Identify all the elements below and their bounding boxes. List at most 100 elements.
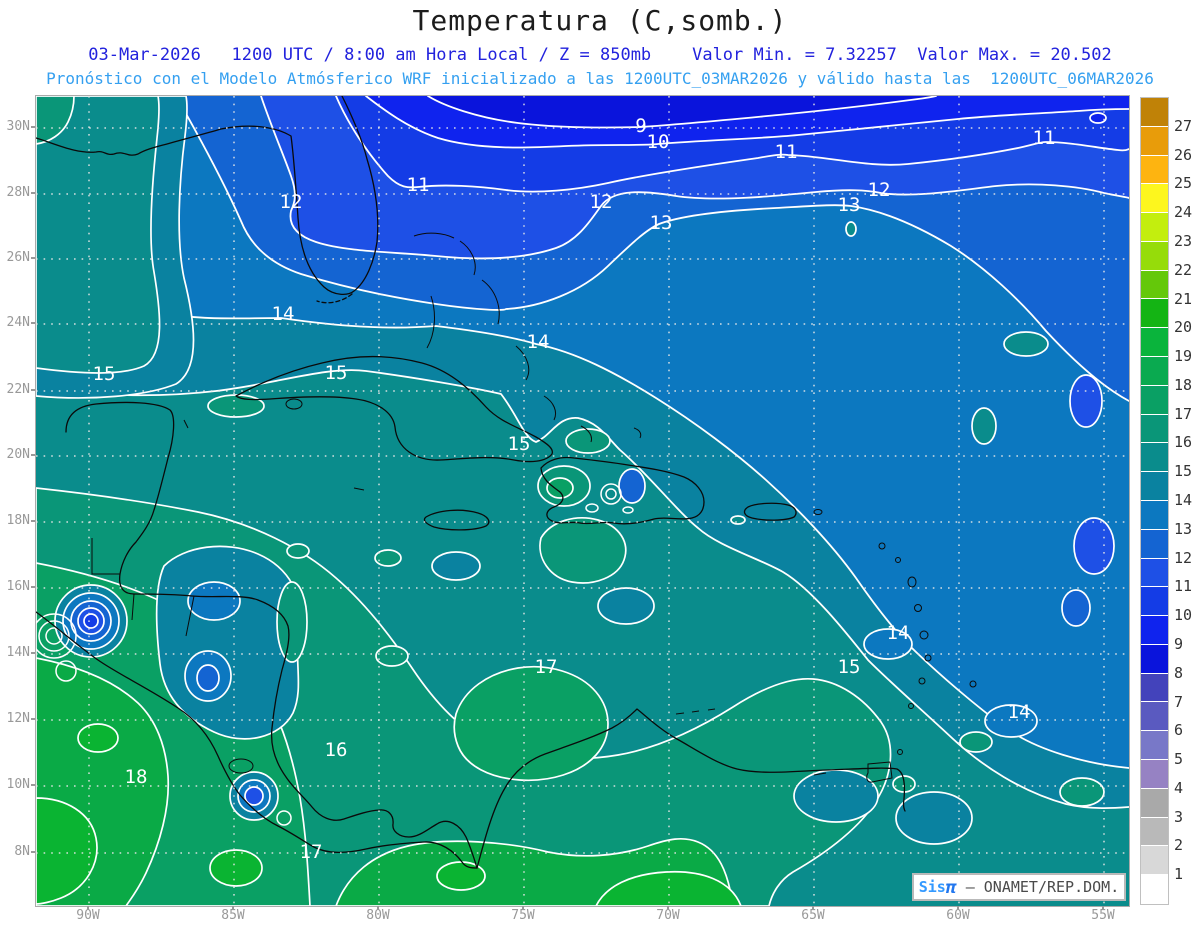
colorbar-cell [1141,328,1168,358]
contour-label-13: 13 [838,194,861,216]
contour-label-9: 9 [635,115,646,137]
colorbar-cell [1141,702,1168,732]
lat-tick [31,652,35,654]
contour-label-15: 15 [93,363,116,385]
colorbar-cell [1141,414,1168,444]
colorbar-cell [1141,759,1168,789]
lat-tick [31,126,35,128]
lon-tick-label-85W: 85W [221,908,245,923]
lon-tick-label-55W: 55W [1091,908,1115,923]
lon-tick-label-60W: 60W [946,908,970,923]
contour-map: 9 10 11 11 11 12 12 12 13 13 14 14 14 14 15 15 15 15 16 17 1… [35,95,1130,907]
lat-tick-label-14N: 14N [6,645,30,660]
colorbar-cell [1141,616,1168,645]
contour-label-10: 10 [647,131,670,153]
colorbar-cell [1141,644,1168,674]
contour-label-14: 14 [887,622,910,644]
contour-label-17: 17 [300,841,323,863]
contour-label-17: 17 [535,656,558,678]
colorbar-cell [1141,184,1168,214]
contour-label-11: 11 [407,174,430,196]
lat-tick [31,520,35,522]
colorbar-label-6: 6 [1174,721,1184,740]
colorbar-label-17: 17 [1174,404,1193,423]
colorbar-label-14: 14 [1174,491,1193,509]
colorbar-cell [1141,788,1168,818]
colorbar-cell [1141,241,1168,271]
lat-tick-label-8N: 8N [14,844,30,859]
lat-tick-label-16N: 16N [6,579,30,594]
colorbar-cell [1141,587,1168,617]
colorbar-cell [1141,126,1168,156]
colorbar-label-23: 23 [1174,231,1193,250]
colorbar-cell [1141,817,1168,847]
colorbar-label-1: 1 [1174,865,1184,884]
watermark-source: – ONAMET/REP.DOM. [956,878,1120,896]
colorbar-label-22: 22 [1174,260,1193,279]
contour-label-12: 12 [280,191,303,213]
lat-tick [31,389,35,391]
lat-tick-label-10N: 10N [6,777,30,792]
colorbar-cell [1141,500,1168,530]
colorbar-label-21: 21 [1174,289,1193,308]
lat-tick [31,718,35,720]
colorbar-cell [1141,673,1168,703]
colorbar-label-4: 4 [1174,778,1184,797]
lat-tick [31,586,35,588]
lon-tick [377,906,379,910]
lat-tick-label-12N: 12N [6,711,30,726]
lon-tick [1102,906,1104,910]
colorbar-label-16: 16 [1174,433,1193,452]
lon-tick [232,906,234,910]
lat-tick [31,851,35,853]
lon-tick [87,906,89,910]
colorbar-label-25: 25 [1174,174,1193,193]
contour-label-15: 15 [508,433,531,455]
gulf-coast-warm-corner [36,96,195,399]
lat-tick-label-28N: 28N [6,185,30,200]
contour-label-14: 14 [527,331,550,353]
forecast-datetime-line: 03-Mar-2026 1200 UTC / 8:00 am Hora Loca… [88,45,1112,65]
contour-label-14: 14 [1008,701,1031,723]
lon-tick-label-80W: 80W [366,908,390,923]
lat-tick-label-18N: 18N [6,513,30,528]
watermark-sis: Sis [918,878,946,896]
colorbar-cell [1141,846,1168,876]
lon-tick [667,906,669,910]
contour-label-13: 13 [650,212,673,234]
lon-tick [957,906,959,910]
lat-tick [31,192,35,194]
colorbar-cell [1141,98,1168,127]
lat-tick [31,784,35,786]
lat-tick-label-24N: 24N [6,315,30,330]
colorbar-cell [1141,299,1168,329]
contour-label-11: 11 [1033,127,1056,149]
lon-tick-label-90W: 90W [76,908,100,923]
contour-label-18: 18 [125,766,148,788]
colorbar-cell [1141,875,1168,904]
contour-label-15: 15 [838,656,861,678]
lat-tick-label-22N: 22N [6,382,30,397]
contour-label-11: 11 [775,141,798,163]
watermark-pi-icon: π [945,876,957,898]
colorbar-label-15: 15 [1174,462,1193,481]
colorbar-label-7: 7 [1174,692,1184,711]
colorbar-cell [1141,357,1168,386]
watermark-badge: Sis π – ONAMET/REP.DOM. [912,873,1126,901]
colorbar-label-26: 26 [1174,145,1193,164]
lon-tick [812,906,814,910]
contour-label-12: 12 [590,191,613,213]
lat-tick [31,257,35,259]
colorbar-label-10: 10 [1174,606,1193,625]
colorbar-label-27: 27 [1174,116,1193,135]
colorbar-cell [1141,443,1168,473]
colorbar-label-24: 24 [1174,203,1193,222]
colorbar-cell [1141,270,1168,300]
contour-label-12: 12 [868,179,891,201]
contour-label-16: 16 [325,739,348,761]
lon-tick-label-75W: 75W [511,908,535,923]
lat-tick [31,454,35,456]
colorbar-cell [1141,558,1168,588]
lat-tick-label-20N: 20N [6,447,30,462]
lat-tick-label-26N: 26N [6,250,30,265]
